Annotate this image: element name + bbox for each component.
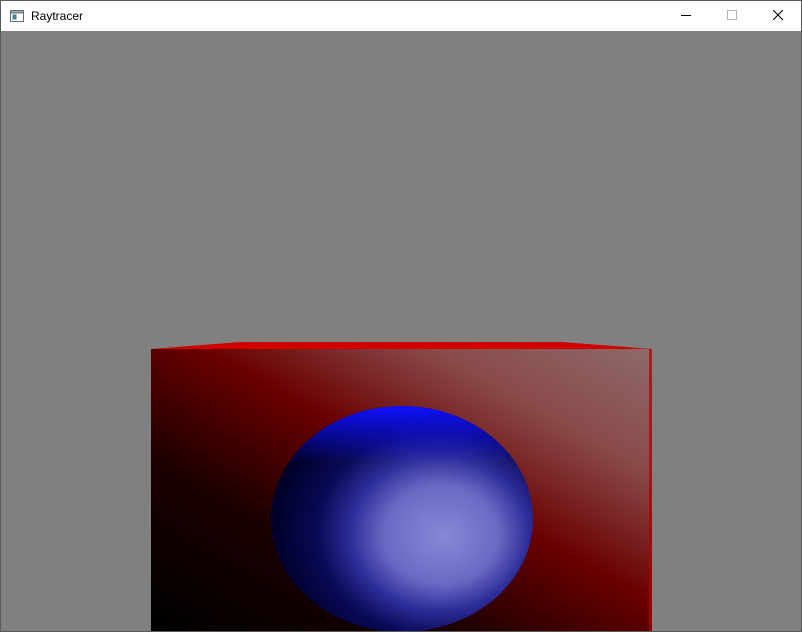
render-viewport[interactable] <box>1 31 801 631</box>
maximize-icon <box>727 7 737 25</box>
maximize-button[interactable] <box>709 1 755 31</box>
app-window: Raytracer <box>0 0 802 632</box>
minimize-button[interactable] <box>663 1 709 31</box>
window-title: Raytracer <box>31 9 84 23</box>
close-icon <box>772 7 784 25</box>
close-button[interactable] <box>755 1 801 31</box>
box-edge <box>649 349 652 631</box>
minimize-icon <box>681 7 691 25</box>
sphere-rim-highlight <box>271 406 533 631</box>
title-bar[interactable]: Raytracer <box>1 1 801 31</box>
rendered-scene <box>1 31 801 631</box>
app-icon <box>10 9 24 22</box>
